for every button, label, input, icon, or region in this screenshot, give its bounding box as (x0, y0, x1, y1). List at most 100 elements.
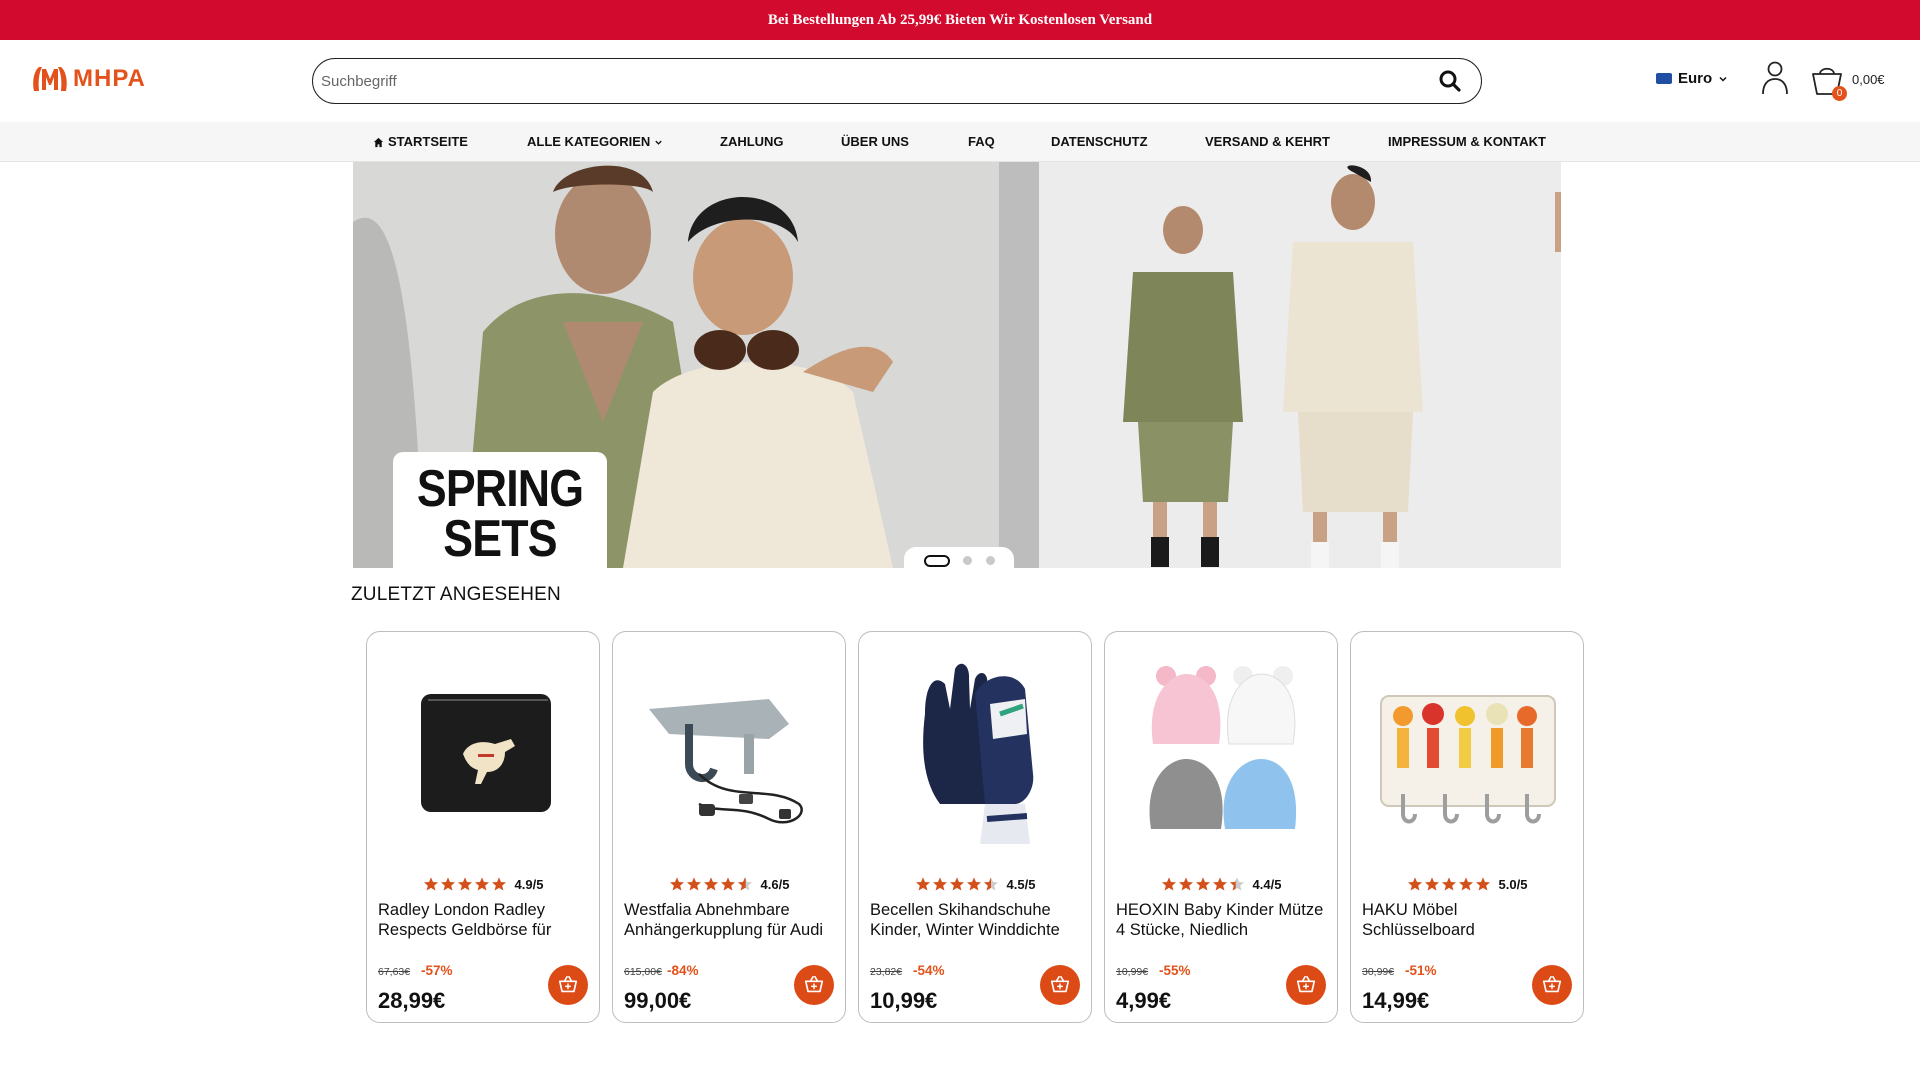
star-icon (966, 877, 981, 891)
product-card[interactable]: 4.5/5 Becellen Skihandschuhe Kinder, Win… (858, 631, 1092, 1023)
old-price: 615,00€ (624, 966, 662, 978)
search-bar (312, 58, 1482, 104)
nav-item-faq[interactable]: FAQ (968, 122, 995, 162)
carousel-dots (904, 547, 1014, 571)
star-icon (1475, 877, 1490, 891)
star-icon (491, 877, 506, 891)
carousel-dot-2[interactable] (963, 556, 972, 565)
nav-item-about[interactable]: ÜBER UNS (841, 122, 909, 162)
product-image[interactable] (1367, 654, 1567, 854)
nav-label: ÜBER UNS (841, 134, 909, 149)
star-half-icon (1229, 877, 1244, 891)
star-icon (1441, 877, 1456, 891)
add-to-cart-button[interactable] (1286, 965, 1326, 1005)
nav-item-privacy[interactable]: DATENSCHUTZ (1051, 122, 1148, 162)
add-to-cart-button[interactable] (1040, 965, 1080, 1005)
product-card[interactable]: 4.9/5 Radley London Radley Respects Geld… (366, 631, 600, 1023)
rating-value: 4.4/5 (1252, 876, 1282, 892)
carousel-dot-3[interactable] (986, 556, 995, 565)
nav-item-imprint[interactable]: IMPRESSUM & KONTAKT (1388, 122, 1546, 162)
section-title-recently-viewed: ZULETZT ANGESEHEN (351, 584, 561, 605)
star-icon (1178, 877, 1193, 891)
discount-badge: -84% (667, 963, 699, 978)
star-icon (932, 877, 947, 891)
nav-item-payment[interactable]: ZAHLUNG (720, 122, 784, 162)
cart-add-icon (1296, 975, 1316, 993)
currency-selector[interactable]: Euro (1656, 70, 1728, 87)
product-title[interactable]: Radley London Radley Respects Geldbörse … (378, 900, 590, 940)
price: 4,99€ (1116, 988, 1172, 1013)
product-rating: 4.4/5 (1105, 876, 1337, 892)
star-icon (1424, 877, 1439, 891)
logo[interactable]: MHPA (30, 63, 146, 95)
price: 10,99€ (870, 988, 938, 1013)
discount-badge: -54% (913, 963, 945, 978)
discount-badge: -55% (1159, 963, 1191, 978)
nav-label: ZAHLUNG (720, 134, 784, 149)
nav-label: STARTSEITE (388, 134, 468, 149)
cart-add-icon (1050, 975, 1070, 993)
cart-add-icon (1542, 975, 1562, 993)
add-to-cart-button[interactable] (794, 965, 834, 1005)
product-image[interactable] (383, 654, 583, 854)
nav-item-home[interactable]: STARTSEITE (373, 122, 468, 162)
price: 14,99€ (1362, 988, 1430, 1013)
product-rating: 4.5/5 (859, 876, 1091, 892)
cart-add-icon (558, 975, 578, 993)
logo-text: MHPA (73, 65, 146, 92)
star-icon (1212, 877, 1227, 891)
star-icon (703, 877, 718, 891)
rating-stars (669, 876, 753, 892)
product-image[interactable] (875, 654, 1075, 854)
nav-label: VERSAND & KEHRT (1205, 134, 1330, 149)
rating-value: 4.6/5 (760, 876, 790, 892)
star-icon (669, 877, 684, 891)
rating-stars (423, 876, 507, 892)
search-input[interactable] (321, 67, 1401, 95)
nav-item-categories[interactable]: ALLE KATEGORIEN (527, 122, 663, 162)
star-icon (1161, 877, 1176, 891)
product-title[interactable]: Becellen Skihandschuhe Kinder, Winter Wi… (870, 900, 1082, 940)
old-price: 30,99€ (1362, 966, 1395, 978)
product-card[interactable]: 4.6/5 Westfalia Abnehmbare Anhängerkuppl… (612, 631, 846, 1023)
product-image[interactable] (1121, 654, 1321, 854)
rating-stars (915, 876, 999, 892)
nav-item-shipping[interactable]: VERSAND & KEHRT (1205, 122, 1330, 162)
product-card[interactable]: 4.4/5 HEOXIN Baby Kinder Mütze 4 Stücke,… (1104, 631, 1338, 1023)
hero-banner[interactable]: SPRING SETS (353, 162, 1567, 568)
promo-bar: Bei Bestellungen Ab 25,99€ Bieten Wir Ko… (0, 0, 1920, 40)
star-icon (1407, 877, 1422, 891)
carousel-dot-1[interactable] (924, 555, 950, 567)
promo-text: Bei Bestellungen Ab 25,99€ Bieten Wir Ko… (767, 12, 1153, 28)
product-card[interactable]: 5.0/5 HAKU Möbel Schlüsselboard 30,99€ -… (1350, 631, 1584, 1023)
rating-value: 4.9/5 (514, 876, 544, 892)
product-rating: 5.0/5 (1351, 876, 1583, 892)
star-icon (1458, 877, 1473, 891)
product-title[interactable]: HAKU Möbel Schlüsselboard (1362, 900, 1574, 940)
discount-badge: -51% (1405, 963, 1437, 978)
add-to-cart-button[interactable] (548, 965, 588, 1005)
cart-count-badge: 0 (1832, 86, 1847, 101)
old-price: 23,82€ (870, 966, 903, 978)
hero-caption-line2: SETS (443, 510, 557, 568)
nav-label: DATENSCHUTZ (1051, 134, 1148, 149)
search-icon[interactable] (1437, 68, 1463, 94)
user-icon[interactable] (1760, 60, 1790, 96)
add-to-cart-button[interactable] (1532, 965, 1572, 1005)
cart-add-icon (804, 975, 824, 993)
cart-total: 0,00€ (1852, 72, 1885, 87)
chevron-down-icon (1719, 76, 1727, 82)
product-image[interactable] (629, 654, 829, 854)
star-half-icon (983, 877, 998, 891)
star-icon (1195, 877, 1210, 891)
star-icon (440, 877, 455, 891)
product-title[interactable]: Westfalia Abnehmbare Anhängerkupplung fü… (624, 900, 836, 940)
star-icon (949, 877, 964, 891)
star-icon (423, 877, 438, 891)
rating-stars (1161, 876, 1245, 892)
star-icon (457, 877, 472, 891)
product-title[interactable]: HEOXIN Baby Kinder Mütze 4 Stücke, Niedl… (1116, 900, 1328, 940)
eu-flag-icon (1656, 73, 1672, 84)
hero-caption: SPRING SETS (393, 452, 607, 568)
star-icon (915, 877, 930, 891)
